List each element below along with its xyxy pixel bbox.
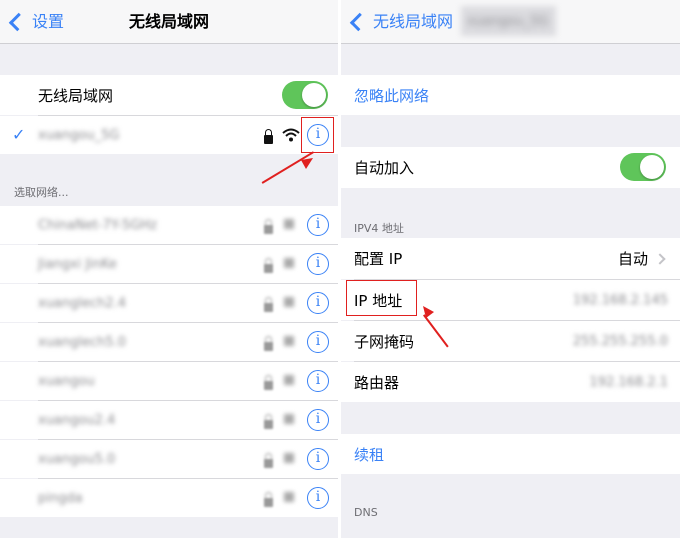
highlight-box — [346, 280, 417, 316]
lock-icon — [264, 420, 273, 429]
network-row[interactable]: xuangou5.0 i — [0, 440, 338, 478]
subnet-row: 子网掩码 255.255.255.0 — [341, 321, 680, 361]
network-row[interactable]: pingda i — [0, 479, 338, 517]
lock-icon — [264, 129, 273, 144]
network-info-icon[interactable]: i — [307, 370, 329, 392]
choose-network-header: 选取网络... — [14, 186, 69, 199]
network-row[interactable]: xuanglech2.4 i — [0, 284, 338, 322]
network-name: xuangou — [38, 373, 95, 389]
network-info-icon[interactable]: i — [307, 331, 329, 353]
network-name: ChinaNet-7Y-5GHz — [38, 217, 157, 233]
router-value: 192.168.2.1 — [589, 374, 668, 390]
renew-lease-link[interactable]: 续租 — [354, 444, 384, 465]
auto-join-toggle[interactable] — [620, 153, 666, 181]
network-name: xuanglech5.0 — [38, 334, 127, 350]
network-name: xuangou2.4 — [38, 412, 116, 428]
network-info-icon[interactable]: i — [307, 214, 329, 236]
checkmark-icon: ✓ — [12, 125, 26, 144]
network-row[interactable]: ChinaNet-7Y-5GHz i — [0, 206, 338, 244]
renew-lease-row[interactable]: 续租 — [341, 434, 680, 474]
back-label: 无线局域网 — [373, 12, 454, 31]
wifi-toggle-row: 无线局域网 — [0, 75, 338, 115]
wifi-signal-icon — [284, 297, 294, 307]
wifi-signal-icon — [284, 414, 294, 424]
lock-icon — [264, 225, 273, 234]
lock-icon — [264, 342, 273, 351]
wifi-signal-icon — [284, 219, 294, 229]
lock-icon — [264, 303, 273, 312]
wifi-signal-icon — [284, 492, 294, 502]
network-row[interactable]: xuangou2.4 i — [0, 401, 338, 439]
ip-address-value: 192.168.2.145 — [572, 292, 668, 308]
wifi-signal-icon — [284, 375, 294, 385]
wifi-list-screen: 设置 无线局域网 无线局域网 ✓ xuangou_5G i 选取网络... Ch… — [0, 0, 338, 538]
network-row[interactable]: xuangou i — [0, 362, 338, 400]
wifi-signal-icon — [282, 128, 300, 142]
arrow-head-icon — [423, 306, 434, 318]
navigation-bar: 设置 无线局域网 — [0, 0, 338, 44]
auto-join-row: 自动加入 — [341, 147, 680, 188]
network-name: pingda — [38, 490, 83, 506]
network-info-icon[interactable]: i — [307, 448, 329, 470]
network-info-icon[interactable]: i — [307, 292, 329, 314]
ipv4-header: IPV4 地址 — [354, 222, 404, 235]
connected-network-name: xuangou_5G — [38, 127, 120, 143]
router-row: 路由器 192.168.2.1 — [341, 362, 680, 402]
configure-ip-label: 配置 IP — [354, 250, 403, 268]
arrow-head-icon — [301, 158, 313, 169]
wifi-signal-icon — [284, 336, 294, 346]
lock-icon — [264, 459, 273, 468]
configure-ip-value: 自动 — [617, 250, 648, 268]
network-name: xuanglech2.4 — [38, 295, 127, 311]
forget-network-row[interactable]: 忽略此网络 — [341, 75, 680, 115]
highlight-box — [301, 117, 334, 153]
network-info-icon[interactable]: i — [307, 409, 329, 431]
page-title: 无线局域网 — [128, 12, 209, 31]
connected-network-row[interactable]: ✓ xuangou_5G i — [0, 116, 338, 154]
network-detail-screen: 无线局域网 xuangou_5G 忽略此网络 自动加入 IPV4 地址 配置 I… — [341, 0, 680, 538]
lock-icon — [264, 381, 273, 390]
configure-ip-row[interactable]: 配置 IP 自动 — [341, 238, 680, 279]
lock-icon — [264, 264, 273, 273]
back-button[interactable]: 无线局域网 — [349, 10, 453, 34]
wifi-toggle[interactable] — [282, 81, 328, 109]
network-row[interactable]: Jiangxi JinKe i — [0, 245, 338, 283]
chevron-right-icon — [654, 252, 666, 265]
network-name: xuangou5.0 — [38, 451, 116, 467]
network-info-icon[interactable]: i — [307, 253, 329, 275]
network-row[interactable]: xuanglech5.0 i — [0, 323, 338, 361]
forget-network-link[interactable]: 忽略此网络 — [354, 85, 429, 106]
wifi-toggle-label: 无线局域网 — [38, 86, 114, 105]
navigation-bar: 无线局域网 xuangou_5G — [341, 0, 680, 44]
network-name: Jiangxi JinKe — [38, 256, 117, 272]
wifi-signal-icon — [284, 453, 294, 463]
subnet-label: 子网掩码 — [354, 332, 415, 351]
router-label: 路由器 — [354, 373, 400, 392]
auto-join-label: 自动加入 — [354, 159, 415, 177]
network-info-icon[interactable]: i — [307, 487, 329, 509]
dns-header: DNS — [354, 506, 378, 519]
chevron-left-icon — [349, 12, 369, 32]
wifi-signal-icon — [284, 258, 294, 268]
blurred-title: xuangou_5G — [461, 6, 556, 36]
lock-icon — [264, 498, 273, 507]
subnet-value: 255.255.255.0 — [572, 333, 668, 349]
